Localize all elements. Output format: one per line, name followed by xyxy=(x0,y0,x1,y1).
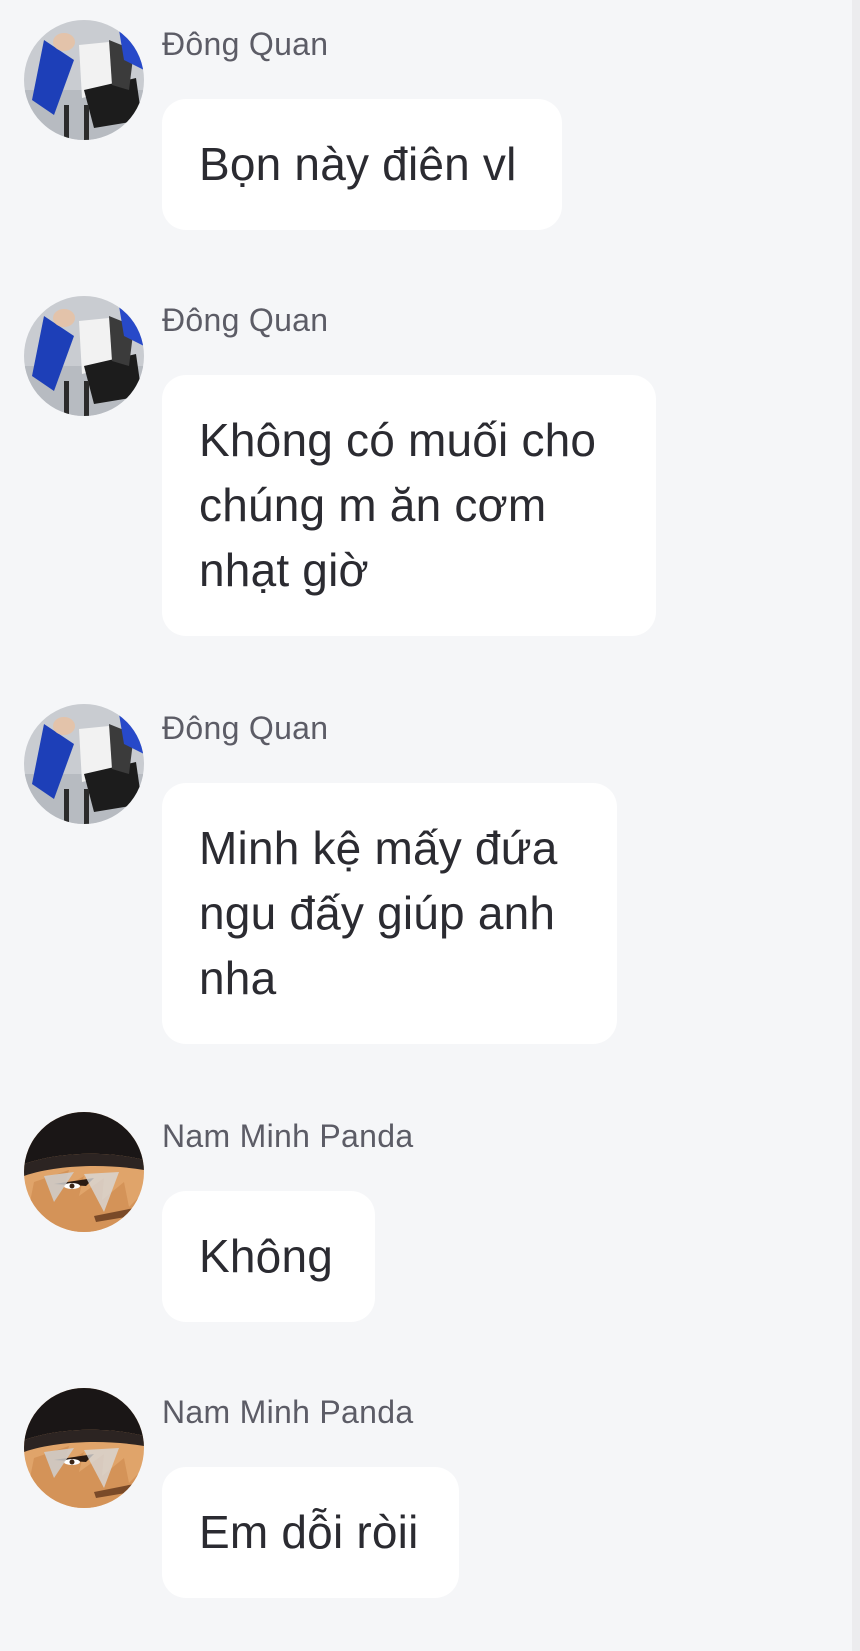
message-bubble[interactable]: Không có muối cho chúng m ăn cơm nhạt gi… xyxy=(162,375,656,636)
message-text: Em dỗi ròii xyxy=(199,1506,419,1558)
sender-name: Đông Quan xyxy=(162,710,329,746)
message-text: Bọn này điên vl xyxy=(199,138,517,190)
avatar[interactable] xyxy=(24,20,144,140)
message-bubble[interactable]: Minh kệ mấy đứa ngu đấy giúp anh nha xyxy=(162,783,617,1044)
avatar[interactable] xyxy=(24,1112,144,1232)
dong-quan-avatar xyxy=(24,296,144,416)
message-text: Minh kệ mấy đứa ngu đấy giúp anh nha xyxy=(199,822,558,1004)
dong-quan-avatar xyxy=(24,20,144,140)
sender-name: Nam Minh Panda xyxy=(162,1394,414,1430)
message-bubble[interactable]: Không xyxy=(162,1191,375,1322)
nam-minh-panda-avatar xyxy=(24,1112,144,1232)
sender-name: Đông Quan xyxy=(162,302,329,338)
avatar[interactable] xyxy=(24,1388,144,1508)
message-text: Không xyxy=(199,1230,334,1282)
sender-name: Nam Minh Panda xyxy=(162,1118,414,1154)
avatar[interactable] xyxy=(24,704,144,824)
message-text: Không có muối cho chúng m ăn cơm nhạt gi… xyxy=(199,414,597,596)
sender-name: Đông Quan xyxy=(162,26,329,62)
avatar[interactable] xyxy=(24,296,144,416)
dong-quan-avatar xyxy=(24,704,144,824)
scrollbar-track[interactable] xyxy=(852,0,860,1651)
message-bubble[interactable]: Em dỗi ròii xyxy=(162,1467,459,1598)
nam-minh-panda-avatar xyxy=(24,1388,144,1508)
message-bubble[interactable]: Bọn này điên vl xyxy=(162,99,562,230)
